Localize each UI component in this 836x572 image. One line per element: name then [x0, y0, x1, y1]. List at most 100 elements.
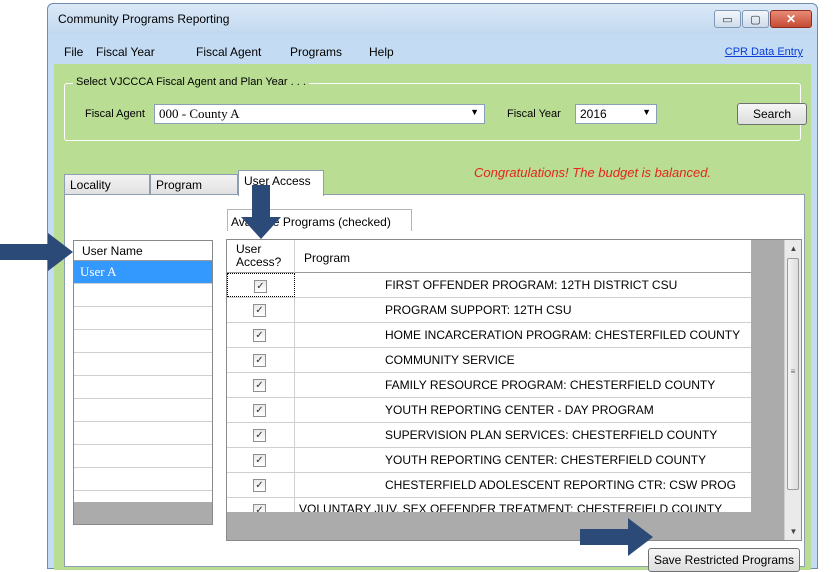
- annotation-arrow-down-icon: [241, 185, 281, 239]
- program-row[interactable]: ✓ YOUTH REPORTING CENTER - DAY PROGRAM: [227, 398, 751, 423]
- user-row[interactable]: [74, 399, 212, 422]
- save-restricted-programs-button[interactable]: Save Restricted Programs: [648, 548, 800, 572]
- maximize-icon: ▢: [750, 13, 761, 26]
- user-access-checkbox[interactable]: ✓: [253, 354, 266, 367]
- tab-program-plans[interactable]: Program Plans: [150, 174, 238, 206]
- program-row[interactable]: ✓ PROGRAM SUPPORT: 12TH CSU: [227, 298, 751, 323]
- fiscal-year-dropdown[interactable]: 2016 ▼: [575, 104, 657, 124]
- user-access-checkbox[interactable]: ✓: [253, 454, 266, 467]
- user-list-empty-area: [74, 502, 212, 524]
- minimize-icon: ▭: [722, 13, 733, 26]
- chevron-down-icon: ▼: [470, 107, 479, 117]
- title-bar: Community Programs Reporting ▭ ▢ ✕: [48, 4, 817, 34]
- main-panel: Select VJCCCA Fiscal Agent and Plan Year…: [54, 64, 811, 572]
- user-row[interactable]: User A: [74, 261, 212, 284]
- program-name: FIRST OFFENDER PROGRAM: 12TH DISTRICT CS…: [385, 278, 678, 292]
- user-access-cell: ✓: [227, 348, 295, 372]
- user-access-checkbox[interactable]: ✓: [253, 404, 266, 417]
- fiscal-agent-value: 000 - County A: [159, 106, 240, 121]
- user-access-panel: Available Programs (checked) User Name U…: [64, 194, 805, 572]
- programs-scrollbar[interactable]: ▲ ≡ ▼: [784, 240, 801, 540]
- menu-bar: File Fiscal Year Fiscal Agent Programs H…: [54, 41, 811, 65]
- tab-locality-plans[interactable]: Locality Plans: [64, 174, 150, 206]
- window-title: Community Programs Reporting: [58, 12, 230, 26]
- annotation-arrow-right-icon: [0, 233, 73, 271]
- program-name: SUPERVISION PLAN SERVICES: CHESTERFIELD …: [385, 428, 718, 442]
- user-access-checkbox[interactable]: ✓: [253, 329, 266, 342]
- program-column-header[interactable]: Program: [304, 251, 350, 265]
- maximize-button[interactable]: ▢: [742, 10, 769, 28]
- program-row[interactable]: ✓ SUPERVISION PLAN SERVICES: CHESTERFIELD…: [227, 423, 751, 448]
- program-name: YOUTH REPORTING CENTER - DAY PROGRAM: [385, 403, 654, 417]
- user-access-cell: ✓: [227, 373, 295, 397]
- program-name: YOUTH REPORTING CENTER: CHESTERFIELD COU…: [385, 453, 707, 467]
- program-row[interactable]: ✓ HOME INCARCERATION PROGRAM: CHESTERFILE…: [227, 323, 751, 348]
- user-access-cell: ✓: [227, 273, 295, 297]
- program-row[interactable]: ✓ VOLUNTARY JUV. SEX OFFENDER TREATMENT: …: [227, 498, 751, 512]
- user-access-checkbox[interactable]: ✓: [253, 379, 266, 392]
- fiscal-year-value: 2016: [580, 107, 607, 121]
- user-access-cell: ✓: [227, 298, 295, 322]
- user-access-column-header[interactable]: User Access?: [227, 240, 295, 273]
- user-access-cell: ✓: [227, 323, 295, 347]
- menu-programs[interactable]: Programs: [290, 45, 342, 59]
- user-access-cell: ✓: [227, 398, 295, 422]
- fiscal-agent-dropdown[interactable]: 000 - County A ▼: [154, 104, 485, 124]
- program-row[interactable]: ✓ FIRST OFFENDER PROGRAM: 12TH DISTRICT C…: [227, 273, 751, 298]
- program-name: VOLUNTARY JUV. SEX OFFENDER TREATMENT: C…: [299, 502, 723, 512]
- program-row[interactable]: ✓ FAMILY RESOURCE PROGRAM: CHESTERFIELD C…: [227, 373, 751, 398]
- minimize-button[interactable]: ▭: [714, 10, 741, 28]
- program-row[interactable]: ✓ COMMUNITY SERVICE: [227, 348, 751, 373]
- user-access-checkbox[interactable]: ✓: [253, 304, 266, 317]
- close-icon: ✕: [785, 12, 797, 26]
- scroll-up-icon[interactable]: ▲: [785, 240, 801, 257]
- annotation-arrow-right-icon: [580, 518, 653, 556]
- menu-fiscal-agent[interactable]: Fiscal Agent: [196, 45, 261, 59]
- user-access-checkbox[interactable]: ✓: [253, 479, 266, 492]
- grip-icon: ≡: [790, 367, 796, 376]
- chevron-down-icon: ▼: [642, 107, 651, 117]
- program-name: HOME INCARCERATION PROGRAM: CHESTERFILED…: [385, 328, 741, 342]
- fiscal-agent-label: Fiscal Agent: [85, 108, 145, 120]
- programs-grid-header: User Access? Program: [227, 240, 751, 273]
- user-access-cell: ✓: [227, 448, 295, 472]
- user-access-cell: ✓: [227, 473, 295, 497]
- user-row[interactable]: [74, 468, 212, 491]
- program-row[interactable]: ✓ YOUTH REPORTING CENTER: CHESTERFIELD CO…: [227, 448, 751, 473]
- scroll-thumb[interactable]: ≡: [787, 258, 799, 490]
- user-access-cell: ✓: [227, 423, 295, 447]
- scroll-down-icon[interactable]: ▼: [785, 523, 801, 540]
- program-row[interactable]: ✓ CHESTERFIELD ADOLESCENT REPORTING CTR: …: [227, 473, 751, 498]
- program-name: FAMILY RESOURCE PROGRAM: CHESTERFIELD CO…: [385, 378, 716, 392]
- user-row[interactable]: [74, 445, 212, 468]
- app-window: Community Programs Reporting ▭ ▢ ✕ File …: [47, 3, 818, 572]
- user-access-header-line2: Access?: [236, 255, 282, 269]
- close-button[interactable]: ✕: [770, 10, 812, 28]
- menu-file[interactable]: File: [64, 45, 83, 59]
- user-row[interactable]: [74, 330, 212, 353]
- user-access-cell: ✓: [227, 498, 295, 512]
- program-name: COMMUNITY SERVICE: [385, 353, 515, 367]
- user-access-checkbox[interactable]: ✓: [254, 280, 267, 293]
- fiscal-year-label: Fiscal Year: [507, 108, 561, 120]
- user-access-checkbox[interactable]: ✓: [253, 429, 266, 442]
- cpr-data-entry-link[interactable]: CPR Data Entry: [725, 46, 803, 58]
- search-button[interactable]: Search: [737, 103, 807, 125]
- user-name-header[interactable]: User Name: [74, 241, 212, 261]
- selection-groupbox: Select VJCCCA Fiscal Agent and Plan Year…: [64, 76, 807, 141]
- program-name: PROGRAM SUPPORT: 12TH CSU: [385, 303, 572, 317]
- user-list: User Name User A: [73, 240, 213, 525]
- user-row[interactable]: [74, 376, 212, 399]
- menu-fiscal-year[interactable]: Fiscal Year: [96, 45, 155, 59]
- programs-rows: ✓ FIRST OFFENDER PROGRAM: 12TH DISTRICT C…: [227, 273, 751, 512]
- user-row[interactable]: [74, 422, 212, 445]
- user-row[interactable]: [74, 307, 212, 330]
- user-access-checkbox[interactable]: ✓: [253, 504, 266, 512]
- programs-grid: User Access? Program ✓ FIRST OFFENDER PRO…: [226, 239, 802, 541]
- selection-legend: Select VJCCCA Fiscal Agent and Plan Year…: [73, 76, 309, 88]
- budget-status-message: Congratulations! The budget is balanced.: [474, 165, 712, 180]
- user-row[interactable]: [74, 353, 212, 376]
- menu-help[interactable]: Help: [369, 45, 394, 59]
- program-name: CHESTERFIELD ADOLESCENT REPORTING CTR: C…: [385, 478, 736, 492]
- user-row[interactable]: [74, 284, 212, 307]
